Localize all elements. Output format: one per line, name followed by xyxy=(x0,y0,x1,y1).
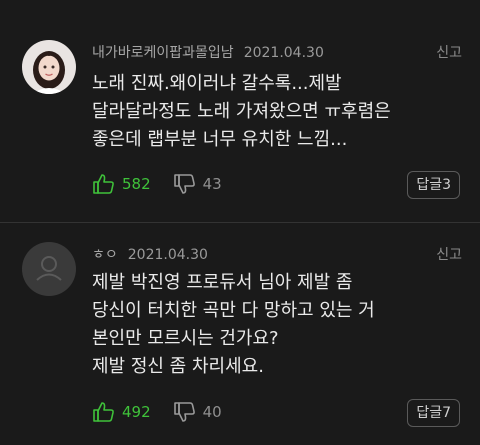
dislike-button[interactable]: 43 xyxy=(173,172,222,196)
dislike-count: 43 xyxy=(202,175,222,193)
thumbs-up-icon xyxy=(92,400,122,424)
comment-date: 2021.04.30 xyxy=(243,45,324,61)
comment-line: 본인만 모르시는 건가요? xyxy=(92,328,279,349)
comment-text: 제발 박진영 프로듀서 님아 제발 좀 당신이 터치한 곡만 다 망하고 있는 … xyxy=(92,269,466,381)
avatar[interactable] xyxy=(22,40,76,94)
comment-actions: 582 43 xyxy=(92,170,244,198)
comment-line: 당신이 터치한 곡만 다 망하고 있는 거 xyxy=(92,300,375,321)
like-count: 582 xyxy=(122,175,151,193)
dislike-count: 40 xyxy=(202,403,222,421)
like-button[interactable]: 492 xyxy=(92,400,151,424)
reply-button[interactable]: 답글7 xyxy=(407,399,460,427)
report-button[interactable]: 신고 xyxy=(436,244,462,264)
comment-line: 노래 진짜.왜이러냐 갈수록...제발 xyxy=(92,73,342,94)
like-count: 492 xyxy=(122,403,151,421)
comment-line: 좋은데 랩부분 너무 유치한 느낌... xyxy=(92,129,348,150)
comment-item: ㅎㅇ 2021.04.30 신고 제발 박진영 프로듀서 님아 제발 좀 당신이 … xyxy=(0,222,480,445)
comment-line: 제발 박진영 프로듀서 님아 제발 좀 xyxy=(92,272,353,293)
report-button[interactable]: 신고 xyxy=(436,42,462,62)
default-avatar-icon xyxy=(22,256,76,296)
avatar[interactable] xyxy=(22,242,76,296)
comment-actions: 492 40 xyxy=(92,398,244,426)
comment-nickname[interactable]: 내가바로케이팝과몰입남 xyxy=(92,45,234,61)
comment-meta: ㅎㅇ 2021.04.30 xyxy=(92,244,208,264)
comment-item: 내가바로케이팝과몰입남 2021.04.30 신고 노래 진짜.왜이러냐 갈수록.… xyxy=(0,0,480,222)
thumbs-down-icon xyxy=(173,172,203,196)
comment-line: 제발 정신 좀 차리세요. xyxy=(92,356,264,377)
thumbs-down-icon xyxy=(173,400,203,424)
comment-meta: 내가바로케이팝과몰입남 2021.04.30 xyxy=(92,42,324,62)
comment-nickname[interactable]: ㅎㅇ xyxy=(92,247,118,263)
comment-line: 달라달라정도 노래 가져왔으면 ㅠ후렴은 xyxy=(92,101,391,122)
reply-button[interactable]: 답글3 xyxy=(407,171,460,199)
comment-date: 2021.04.30 xyxy=(127,247,208,263)
thumbs-up-icon xyxy=(92,172,122,196)
comment-text: 노래 진짜.왜이러냐 갈수록...제발 달라달라정도 노래 가져왔으면 ㅠ후렴은… xyxy=(92,70,466,154)
like-button[interactable]: 582 xyxy=(92,172,151,196)
dislike-button[interactable]: 40 xyxy=(173,400,222,424)
